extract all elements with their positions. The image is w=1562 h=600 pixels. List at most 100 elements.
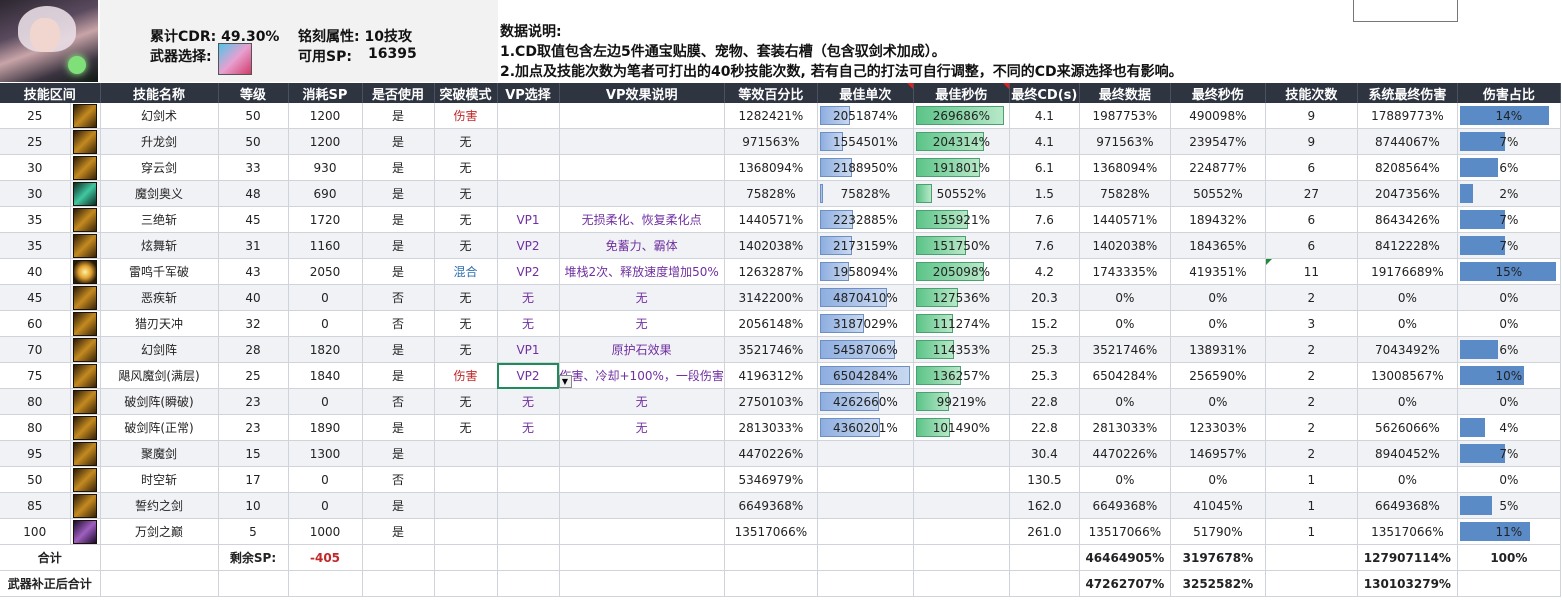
corrected-empty-count[interactable] (1265, 570, 1358, 597)
cell-skill-name[interactable]: 雷鸣千军破 (100, 258, 219, 285)
cell-damage-ratio[interactable]: 11% (1457, 518, 1561, 545)
cell-best-dps[interactable]: 99219% (913, 388, 1010, 415)
cell-system-damage[interactable]: 19176689% (1357, 258, 1458, 285)
cell-final-cd[interactable]: 25.3 (1009, 336, 1080, 363)
cell-skill-count[interactable]: 1 (1265, 518, 1358, 545)
cell-break-mode[interactable]: 伤害 (434, 103, 498, 129)
cell-skill-count[interactable]: 2 (1265, 336, 1358, 363)
cell-equiv-percent[interactable]: 4196312% (724, 362, 818, 389)
cell-equiv-percent[interactable]: 13517066% (724, 518, 818, 545)
cell-vp-select[interactable] (497, 128, 560, 155)
cell-vp-desc[interactable] (559, 466, 725, 493)
cell-vp-desc[interactable]: 堆栈2次、释放速度增加50% (559, 258, 725, 285)
cell-equiv-percent[interactable]: 1368094% (724, 154, 818, 181)
cell-skill-count[interactable]: 6 (1265, 232, 1358, 259)
cell-skill-name[interactable]: 穿云剑 (100, 154, 219, 181)
total-damage-ratio[interactable]: 100% (1457, 544, 1561, 571)
cell-damage-ratio[interactable]: 10% (1457, 362, 1561, 389)
cell-vp-select[interactable] (497, 466, 560, 493)
cell-vp-select[interactable] (497, 103, 560, 129)
cell-equiv-percent[interactable]: 3142200% (724, 284, 818, 311)
cell-skill-name[interactable]: 万剑之巅 (100, 518, 219, 545)
total-empty-name[interactable] (100, 544, 219, 571)
cell-vp-desc[interactable]: 免蓄力、霸体 (559, 232, 725, 259)
cell-skill-name[interactable]: 誓约之剑 (100, 492, 219, 519)
cell-system-damage[interactable]: 0% (1357, 388, 1458, 415)
cell-skill-count[interactable]: 2 (1265, 440, 1358, 467)
cell-level[interactable]: 23 (218, 388, 289, 415)
header-4[interactable]: 是否使用 (362, 83, 435, 103)
cell-level[interactable]: 32 (218, 310, 289, 337)
cell-level[interactable]: 15 (218, 440, 289, 467)
cell-sp-cost[interactable]: 930 (288, 154, 363, 181)
cell-vp-desc[interactable]: 原护石效果 (559, 336, 725, 363)
cell-sp-cost[interactable]: 0 (288, 284, 363, 311)
cell-skill-name[interactable]: 炫舞斩 (100, 232, 219, 259)
cell-final-cd[interactable]: 1.5 (1009, 180, 1080, 207)
cell-best-dps[interactable] (913, 518, 1010, 545)
cell-skill-name[interactable]: 恶疾斩 (100, 284, 219, 311)
cell-level[interactable]: 45 (218, 206, 289, 233)
cell-best-single[interactable]: 2188950% (817, 154, 914, 181)
cell-break-mode[interactable] (434, 440, 498, 467)
cell-break-mode[interactable]: 无 (434, 414, 498, 441)
cell-use[interactable]: 否 (362, 284, 435, 311)
cell-equiv-percent[interactable]: 2056148% (724, 310, 818, 337)
cell-system-damage[interactable]: 17889773% (1357, 103, 1458, 129)
cell-skill-name[interactable]: 三绝斩 (100, 206, 219, 233)
cell-best-dps[interactable] (913, 466, 1010, 493)
cell-sp-cost[interactable]: 1000 (288, 518, 363, 545)
corrected-empty-10[interactable] (1009, 570, 1080, 597)
cell-best-single[interactable]: 6504284% (817, 362, 914, 389)
cell-final-dps[interactable]: 224877% (1170, 154, 1266, 181)
cell-final-cd[interactable]: 15.2 (1009, 310, 1080, 337)
cell-best-single[interactable] (817, 440, 914, 467)
cell-system-damage[interactable]: 8643426% (1357, 206, 1458, 233)
total-final-dps[interactable]: 3197678% (1170, 544, 1266, 571)
cell-best-single[interactable]: 2051874% (817, 103, 914, 129)
cell-skill-name[interactable]: 破剑阵(正常) (100, 414, 219, 441)
cell-final-dps[interactable]: 0% (1170, 466, 1266, 493)
cell-skill-count[interactable]: 1 (1265, 492, 1358, 519)
corrected-empty-2[interactable] (288, 570, 363, 597)
corrected-final-data[interactable]: 47262707% (1079, 570, 1171, 597)
remain-sp-value[interactable]: -405 (288, 544, 363, 571)
header-6[interactable]: VP选择 (497, 83, 560, 103)
cell-skill-name[interactable]: 幻剑阵 (100, 336, 219, 363)
cell-range[interactable]: 45 (0, 284, 71, 311)
cell-sp-cost[interactable]: 1840 (288, 362, 363, 389)
cell-final-dps[interactable]: 239547% (1170, 128, 1266, 155)
header-0[interactable]: 技能区间 (0, 83, 101, 103)
cell-best-dps[interactable]: 101490% (913, 414, 1010, 441)
header-10[interactable]: 最佳秒伤 (913, 83, 1010, 103)
cell-vp-desc[interactable]: 无 (559, 310, 725, 337)
header-12[interactable]: 最终数据 (1079, 83, 1171, 103)
cell-level[interactable]: 50 (218, 103, 289, 129)
cell-level[interactable]: 43 (218, 258, 289, 285)
cell-use[interactable]: 否 (362, 466, 435, 493)
cell-level[interactable]: 31 (218, 232, 289, 259)
cell-vp-select[interactable]: VP2 (497, 232, 560, 259)
cell-vp-desc[interactable] (559, 180, 725, 207)
cell-skill-name[interactable]: 魔剑奥义 (100, 180, 219, 207)
cell-sp-cost[interactable]: 1720 (288, 206, 363, 233)
cell-equiv-percent[interactable]: 1402038% (724, 232, 818, 259)
corrected-empty-4[interactable] (434, 570, 498, 597)
cell-final-data[interactable]: 3521746% (1079, 336, 1171, 363)
cell-skill-count[interactable]: 11 (1265, 258, 1358, 285)
cell-best-dps[interactable]: 191801% (913, 154, 1010, 181)
cell-best-dps[interactable]: 269686% (913, 103, 1010, 129)
cell-range[interactable]: 85 (0, 492, 71, 519)
corrected-empty-ratio[interactable] (1457, 570, 1561, 597)
cell-range[interactable]: 40 (0, 258, 71, 285)
header-8[interactable]: 等效百分比 (724, 83, 818, 103)
cell-system-damage[interactable]: 5626066% (1357, 414, 1458, 441)
cell-final-data[interactable]: 0% (1079, 466, 1171, 493)
cell-final-cd[interactable]: 25.3 (1009, 362, 1080, 389)
total-empty-3[interactable] (559, 544, 725, 571)
cell-final-cd[interactable]: 4.2 (1009, 258, 1080, 285)
cell-damage-ratio[interactable]: 15% (1457, 258, 1561, 285)
cell-equiv-percent[interactable]: 6649368% (724, 492, 818, 519)
cell-final-dps[interactable]: 51790% (1170, 518, 1266, 545)
cell-best-single[interactable]: 1958094% (817, 258, 914, 285)
